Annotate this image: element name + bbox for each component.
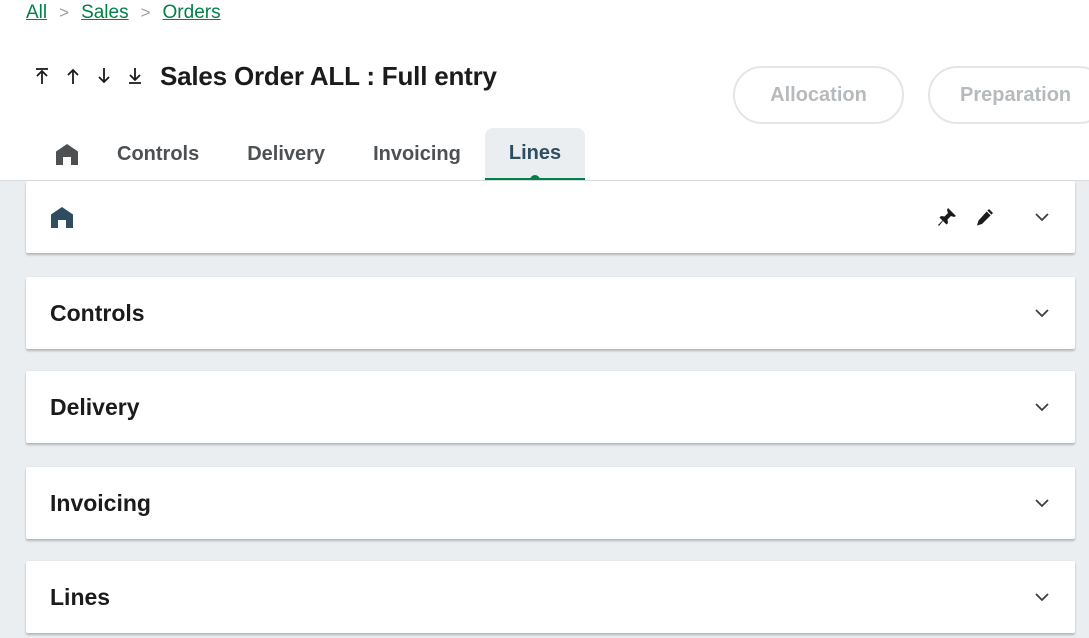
section-title: Delivery xyxy=(50,393,140,420)
pin-icon[interactable] xyxy=(937,207,957,227)
breadcrumb-orders[interactable]: Orders xyxy=(163,2,221,24)
tab-invoicing[interactable]: Invoicing xyxy=(349,128,485,181)
page-title: Sales Order ALL : Full entry xyxy=(160,60,497,91)
chevron-down-icon[interactable] xyxy=(1033,496,1051,510)
breadcrumb-separator: > xyxy=(59,3,70,22)
home-icon xyxy=(56,144,78,165)
title-row: Sales Order ALL : Full entry xyxy=(26,60,497,92)
tab-controls[interactable]: Controls xyxy=(93,128,223,181)
allocation-button[interactable]: Allocation xyxy=(733,66,904,124)
section-title: Invoicing xyxy=(50,489,151,516)
chevron-down-icon[interactable] xyxy=(1033,400,1051,414)
preparation-button[interactable]: Preparation xyxy=(928,66,1089,124)
section-title: Lines xyxy=(50,583,111,610)
delivery-section[interactable]: Delivery xyxy=(26,371,1075,443)
controls-section[interactable]: Controls xyxy=(26,277,1075,349)
arrow-last-icon[interactable] xyxy=(119,61,150,91)
invoicing-section[interactable]: Invoicing xyxy=(26,467,1075,539)
section-tabs: Controls Delivery Invoicing Lines xyxy=(45,128,586,185)
tab-lines[interactable]: Lines xyxy=(484,128,586,185)
record-navigation xyxy=(26,61,150,91)
arrow-up-icon[interactable] xyxy=(57,61,88,91)
header-tools xyxy=(937,207,995,227)
header-section xyxy=(26,181,1075,253)
chevron-down-icon[interactable] xyxy=(1033,210,1051,224)
tab-delivery[interactable]: Delivery xyxy=(223,128,349,181)
content-area: Controls Delivery Invoicing Lines xyxy=(0,180,1089,638)
tab-home[interactable] xyxy=(45,128,93,181)
arrow-first-icon[interactable] xyxy=(26,61,57,91)
chevron-down-icon[interactable] xyxy=(1033,590,1051,604)
pencil-icon[interactable] xyxy=(975,207,995,227)
home-icon xyxy=(50,206,74,229)
breadcrumb-sales[interactable]: Sales xyxy=(81,2,129,24)
lines-section[interactable]: Lines xyxy=(26,561,1075,633)
breadcrumb: All > Sales > Orders xyxy=(26,0,221,26)
section-title: Controls xyxy=(50,299,145,326)
breadcrumb-separator: > xyxy=(140,3,151,22)
breadcrumb-all[interactable]: All xyxy=(26,2,47,24)
arrow-down-icon[interactable] xyxy=(88,61,119,91)
chevron-down-icon[interactable] xyxy=(1033,306,1051,320)
